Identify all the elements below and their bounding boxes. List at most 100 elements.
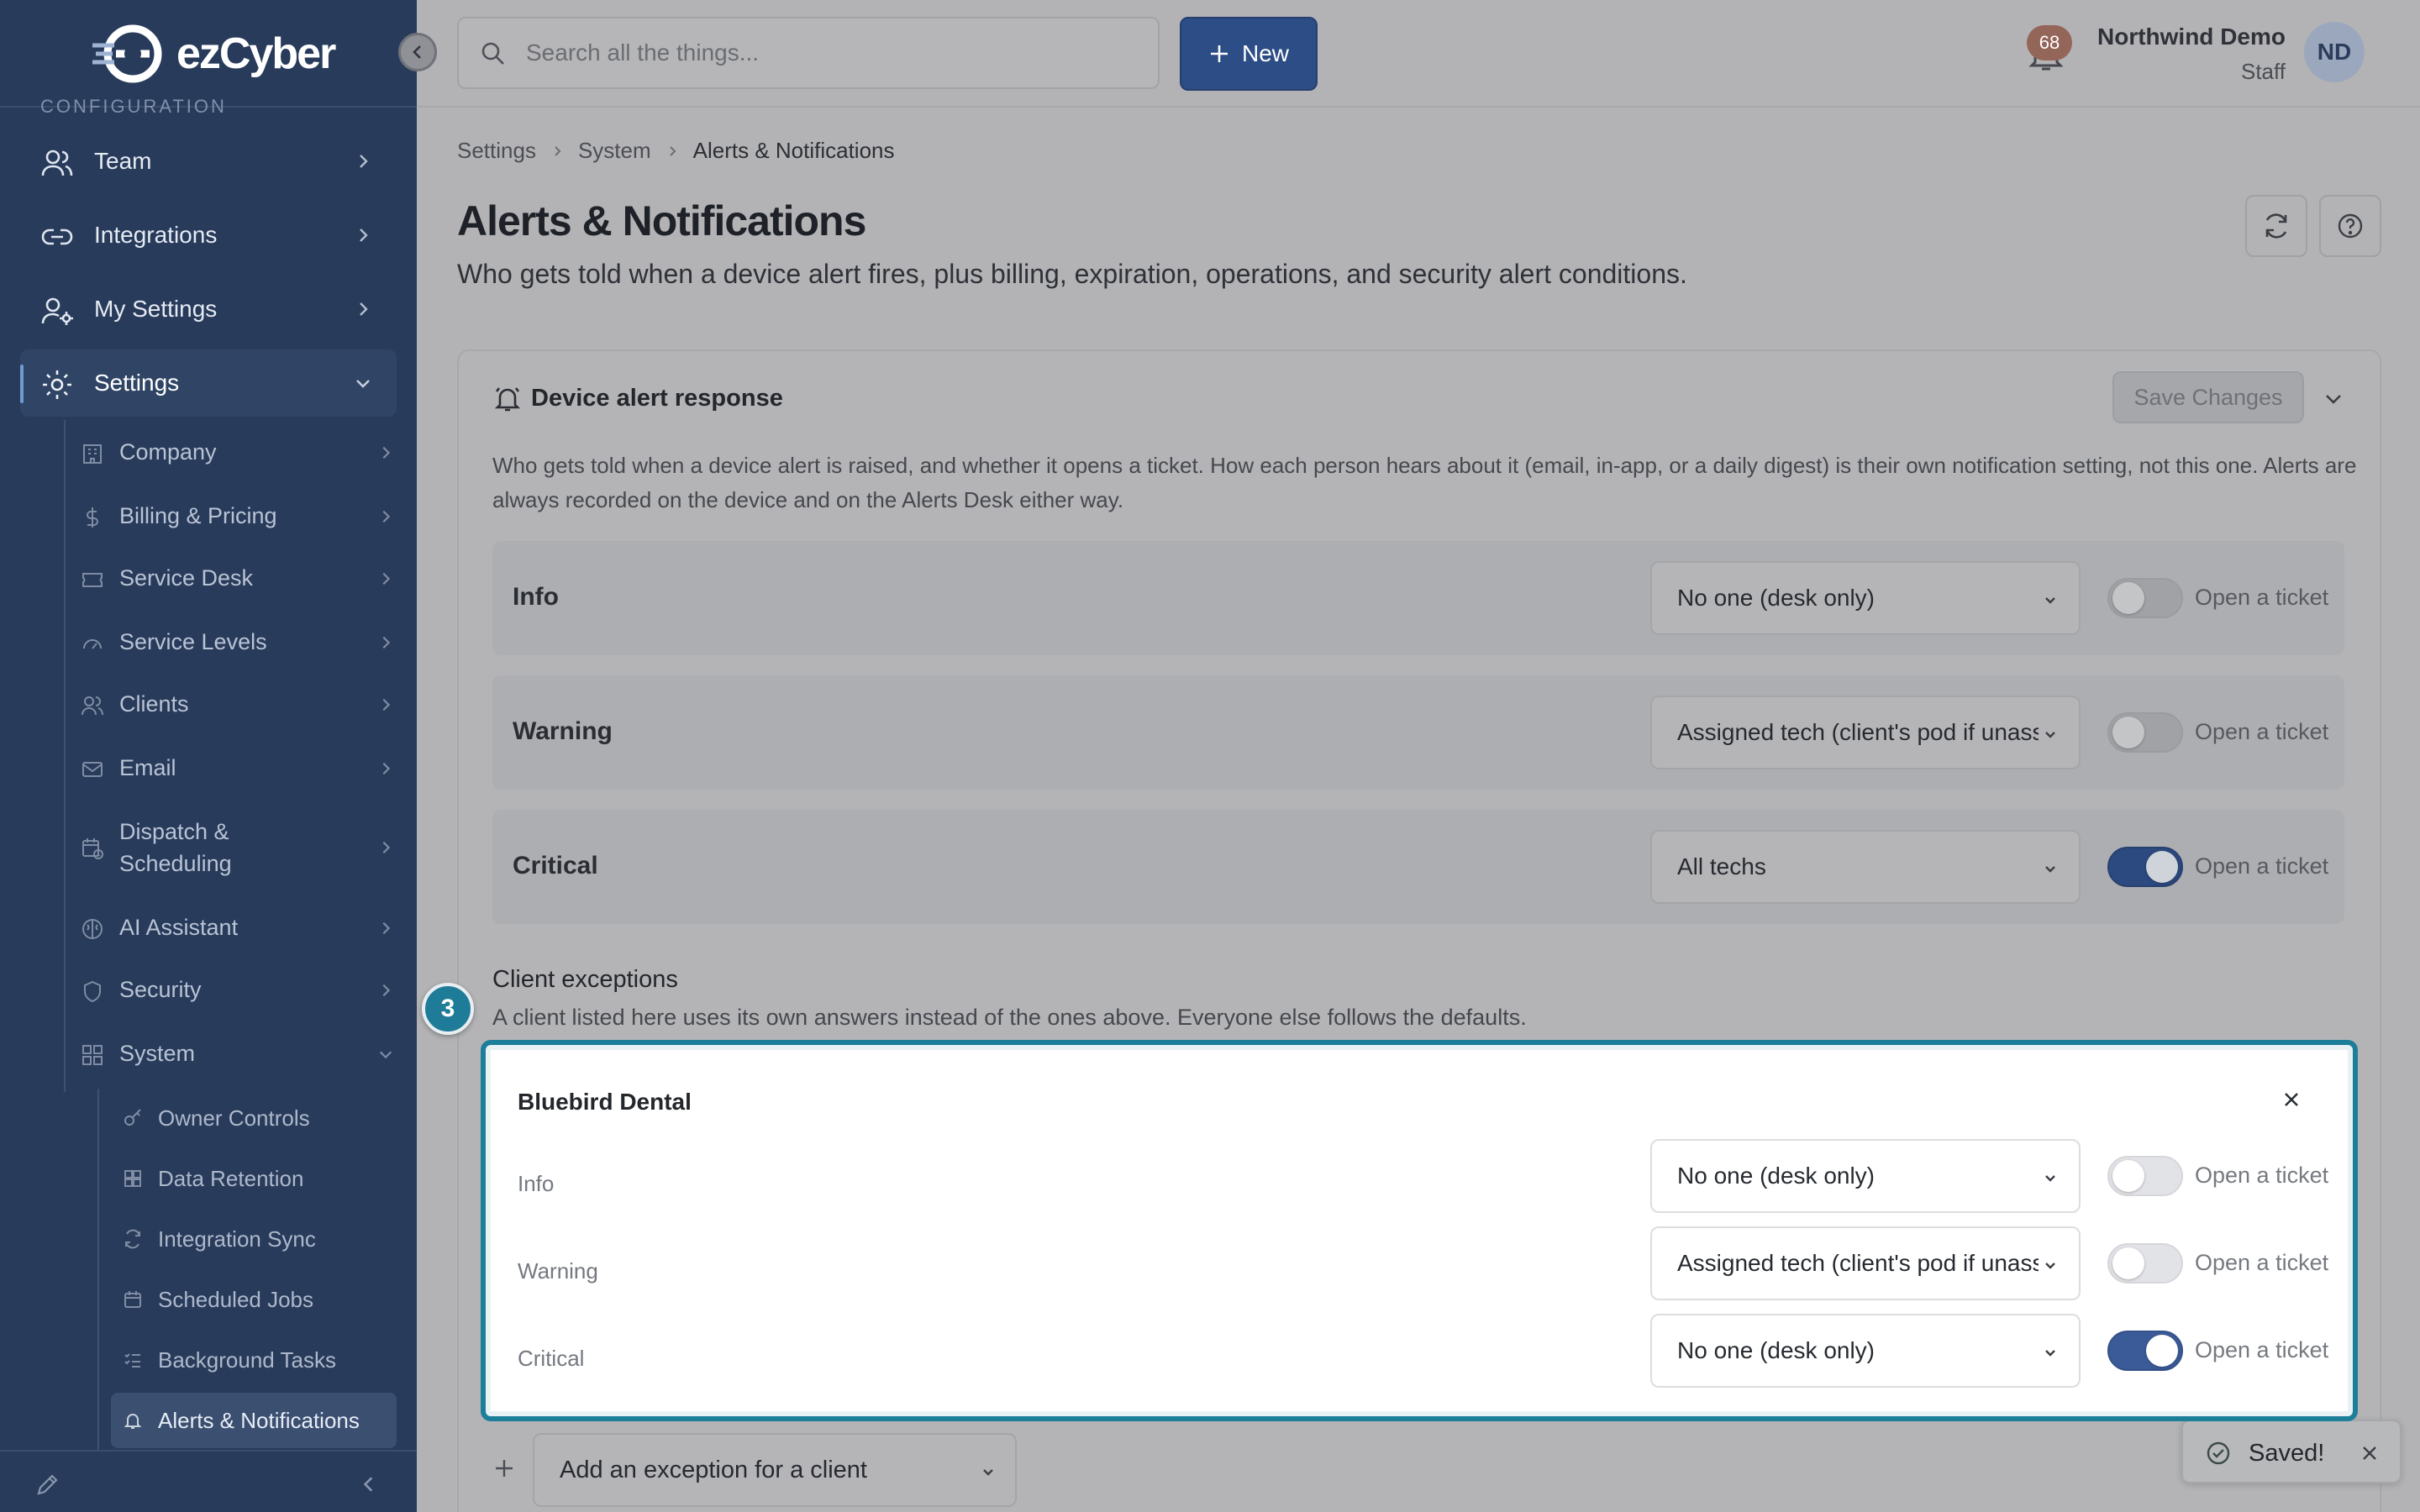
sidebar-item-integration-sync[interactable]: Integration Sync: [111, 1211, 397, 1267]
sidebar-item-label: Integration Sync: [158, 1226, 316, 1252]
plus-icon: [1210, 45, 1228, 62]
chevron-right-icon: [382, 984, 391, 997]
sidebar-item-data-retention[interactable]: Data Retention: [111, 1151, 397, 1206]
open-ticket-toggle[interactable]: [2107, 578, 2183, 618]
sidebar-footer: [0, 1450, 417, 1512]
sidebar-item-label: Scheduled Jobs: [158, 1286, 314, 1312]
client-name: Bluebird Dental: [518, 1089, 692, 1115]
sidebar-item-email[interactable]: Email: [67, 743, 403, 793]
user-cog-icon: [41, 297, 73, 325]
sidebar-item-ai-assistant[interactable]: AI Assistant: [67, 902, 403, 953]
mail-icon: [82, 762, 103, 777]
user-role: Staff: [2240, 59, 2286, 84]
sidebar-item-my-settings[interactable]: My Settings: [20, 276, 397, 343]
recipient-select[interactable]: Assigned tech (client's pod if unassigne…: [1650, 696, 2081, 769]
notification-count-badge[interactable]: 68: [2027, 25, 2072, 60]
recipient-value: No one (desk only): [1677, 585, 1876, 611]
sidebar-item-label: Service Desk: [119, 565, 254, 591]
chevron-right-icon: [382, 841, 391, 854]
sidebar-item-label: Security: [119, 977, 202, 1002]
sidebar-item-owner-controls[interactable]: Owner Controls: [111, 1090, 397, 1146]
open-ticket-label: Open a ticket: [2195, 1337, 2329, 1362]
help-button[interactable]: [2319, 195, 2381, 257]
chevron-right-icon: [382, 762, 391, 775]
toast-message: Saved!: [2249, 1440, 2325, 1467]
sidebar-item-clients[interactable]: Clients: [67, 679, 403, 729]
card-description: Who gets told when a device alert is rai…: [492, 453, 2357, 512]
exception-severity-label: Info: [518, 1171, 555, 1196]
breadcrumb-settings[interactable]: Settings: [457, 138, 536, 164]
chevron-down-icon: [356, 380, 370, 388]
recipient-select[interactable]: All techs: [1650, 830, 2081, 904]
tree-line: [64, 420, 66, 1092]
sidebar-item-service-levels[interactable]: Service Levels: [67, 617, 403, 667]
chevron-right-icon: [669, 145, 676, 156]
sidebar-item-security[interactable]: Security: [67, 964, 403, 1015]
chevron-right-icon: [382, 921, 391, 935]
calendar-icon: [124, 1291, 141, 1308]
gauge-icon: [83, 639, 102, 649]
search-input[interactable]: [526, 18, 1114, 87]
add-client-exception-select[interactable]: Add an exception for a client: [533, 1433, 1017, 1507]
close-icon[interactable]: [2279, 1087, 2304, 1112]
chevron-left-icon[interactable]: [360, 1475, 378, 1494]
chevron-down-icon: [983, 1469, 993, 1476]
save-changes-button[interactable]: Save Changes: [2112, 371, 2304, 423]
app-name: ezCyber: [176, 29, 336, 78]
client-exceptions-title: Client exceptions: [492, 966, 678, 993]
recipient-value: All techs: [1677, 853, 1766, 879]
exception-recipient-select[interactable]: Assigned tech (client's pod if unassigne…: [1650, 1226, 2081, 1300]
chevron-down-icon[interactable]: [2323, 388, 2344, 410]
new-button-label: New: [1241, 40, 1289, 66]
collapse-sidebar-button[interactable]: [398, 33, 437, 71]
sidebar-item-alerts-notifications[interactable]: Alerts & Notifications: [111, 1393, 397, 1448]
recipient-select[interactable]: No one (desk only): [1650, 561, 2081, 635]
severity-row-info: Info No one (desk only) Open a ticket: [492, 541, 2344, 655]
chevron-right-icon: [360, 228, 368, 242]
app-logo[interactable]: ezCyber: [91, 20, 336, 87]
refresh-button[interactable]: [2245, 195, 2307, 257]
search-box[interactable]: [457, 17, 1160, 89]
key-icon: [124, 1109, 141, 1126]
breadcrumb-system[interactable]: System: [578, 138, 651, 164]
severity-label: Warning: [513, 717, 613, 745]
sidebar-item-label: Email: [119, 755, 176, 780]
sidebar-item-integrations[interactable]: Integrations: [20, 202, 397, 269]
refresh-icon: [2265, 213, 2287, 239]
bell-icon: [124, 1414, 142, 1429]
exception-open-ticket-toggle[interactable]: [2107, 1331, 2183, 1371]
sidebar-item-label: Integrations: [94, 222, 218, 248]
exception-open-ticket-toggle[interactable]: [2107, 1156, 2183, 1196]
sidebar-item-scheduled-jobs[interactable]: Scheduled Jobs: [111, 1272, 397, 1327]
user-name[interactable]: Northwind Demo: [2097, 24, 2286, 50]
sidebar-item-team[interactable]: Team: [20, 128, 397, 195]
calendar-clock-icon: [82, 838, 103, 859]
sidebar-item-dispatch[interactable]: Dispatch & Scheduling: [67, 813, 403, 882]
avatar[interactable]: ND: [2304, 22, 2365, 82]
exception-recipient-select[interactable]: No one (desk only): [1650, 1139, 2081, 1213]
sidebar-item-company[interactable]: Company: [67, 427, 403, 477]
sidebar-item-service-desk[interactable]: Service Desk: [67, 553, 403, 603]
sidebar-item-billing[interactable]: Billing & Pricing: [67, 491, 403, 541]
bell-icon: [494, 387, 521, 412]
chevron-down-icon: [379, 1051, 392, 1059]
add-exception-placeholder: Add an exception for a client: [560, 1457, 867, 1483]
exception-recipient-select[interactable]: No one (desk only): [1650, 1314, 2081, 1388]
pencil-icon[interactable]: [34, 1472, 60, 1499]
new-button[interactable]: New: [1180, 17, 1318, 91]
chevron-left-icon: [413, 45, 421, 59]
users-icon: [41, 150, 73, 176]
chevron-down-icon: [2045, 1350, 2055, 1357]
sidebar-item-system[interactable]: System: [67, 1028, 403, 1079]
open-ticket-toggle[interactable]: [2107, 847, 2183, 887]
sidebar-item-settings[interactable]: Settings: [20, 349, 397, 417]
close-icon[interactable]: [2360, 1443, 2380, 1463]
sidebar: ezCyber CONFIGURATION Team Integrations …: [0, 0, 417, 1512]
gear-icon: [43, 370, 71, 399]
recipient-value: Assigned tech (client's pod if unassigne…: [1677, 719, 2039, 745]
exception-open-ticket-toggle[interactable]: [2107, 1243, 2183, 1284]
open-ticket-toggle[interactable]: [2107, 712, 2183, 753]
sidebar-item-background-tasks[interactable]: Background Tasks: [111, 1332, 397, 1388]
breadcrumb: Settings System Alerts & Notifications: [457, 138, 895, 164]
top-bar: New 68 Northwind Demo Staff ND: [417, 0, 2420, 108]
